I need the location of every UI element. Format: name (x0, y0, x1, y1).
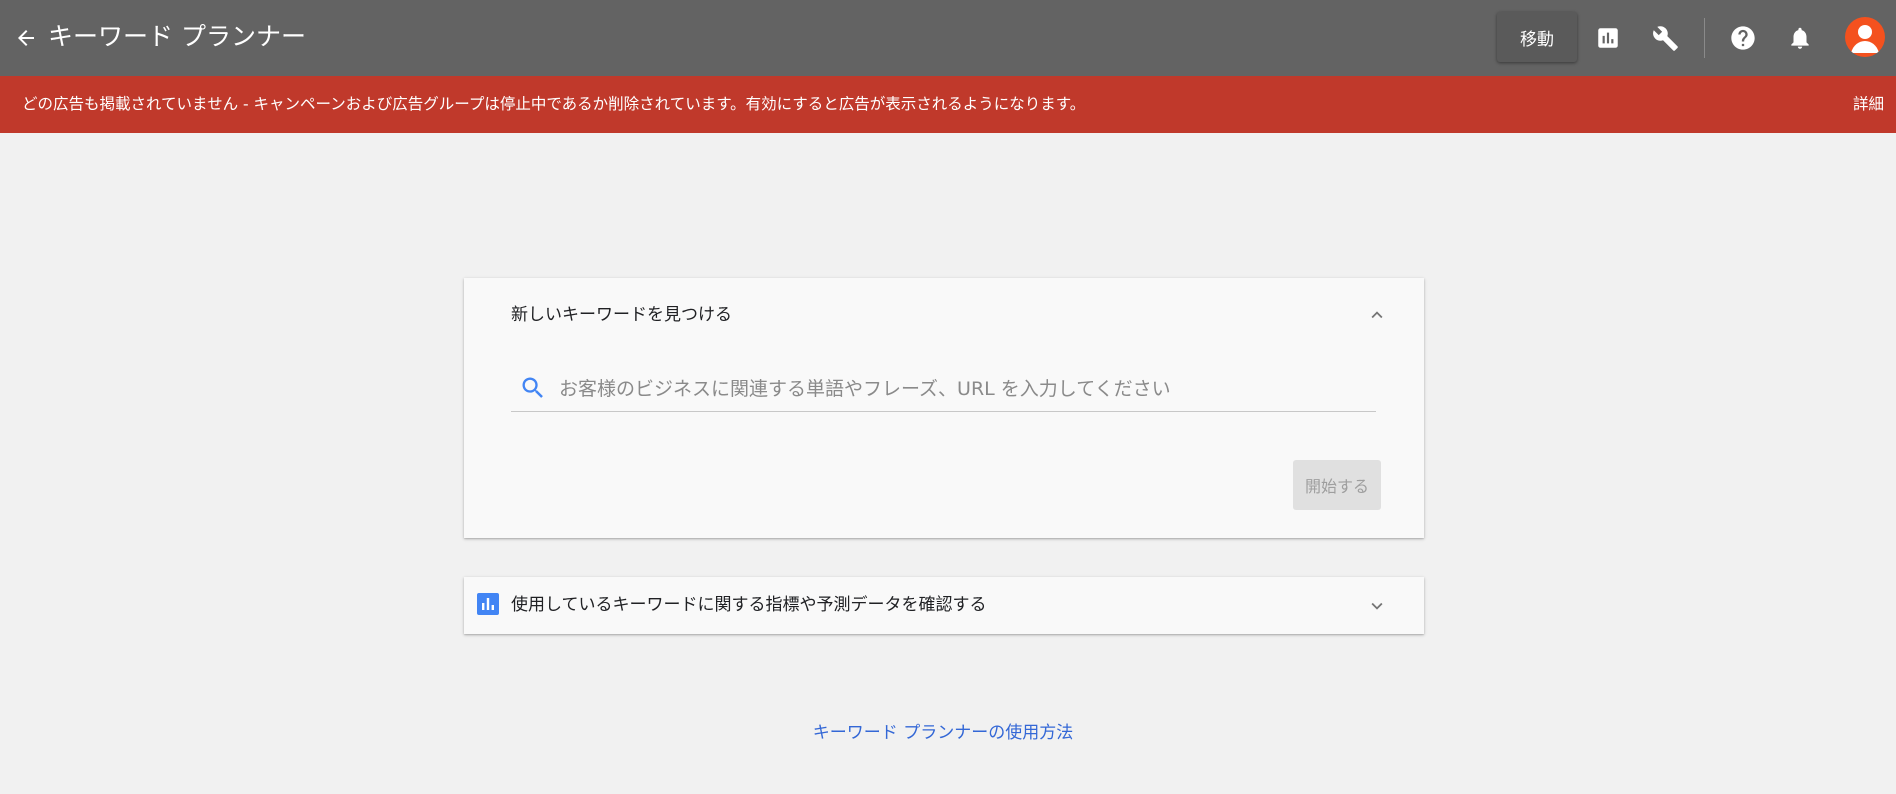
notifications-icon (1791, 27, 1809, 49)
help-link-container: キーワード プランナーの使用方法 (0, 720, 1886, 746)
alert-banner: どの広告も掲載されていません - キャンペーンおよび広告グループは停止中であるか… (0, 76, 1896, 133)
keyword-metrics-card[interactable]: 使用しているキーワードに関する指標や予測データを確認する (464, 577, 1424, 634)
chevron-up-icon (1371, 311, 1383, 319)
discover-keywords-card: 新しいキーワードを見つける 開始する (464, 278, 1424, 538)
start-button[interactable]: 開始する (1293, 460, 1381, 510)
back-arrow-icon (18, 30, 34, 46)
keyword-search-input[interactable] (559, 372, 1369, 406)
expand-button[interactable] (1364, 593, 1390, 619)
reports-button[interactable] (1590, 20, 1626, 56)
back-button[interactable] (10, 22, 42, 54)
chevron-down-icon (1371, 602, 1383, 610)
metrics-chart-icon (477, 593, 499, 615)
how-to-use-link[interactable]: キーワード プランナーの使用方法 (813, 723, 1073, 743)
metrics-card-title: 使用しているキーワードに関する指標や予測データを確認する (511, 595, 987, 615)
account-avatar[interactable] (1845, 17, 1885, 57)
move-button[interactable]: 移動 (1497, 12, 1577, 62)
collapse-button[interactable] (1364, 302, 1390, 328)
reports-icon (1598, 28, 1618, 48)
help-button[interactable] (1725, 20, 1761, 56)
alert-message: どの広告も掲載されていません - キャンペーンおよび広告グループは停止中であるか… (22, 95, 1086, 113)
person-icon (1851, 25, 1879, 53)
tools-icon (1652, 25, 1678, 51)
header-divider (1704, 18, 1705, 58)
top-app-bar: キーワード プランナー 移動 (0, 0, 1896, 76)
search-icon (522, 377, 543, 398)
alert-details-link[interactable]: 詳細 (1853, 93, 1884, 115)
discover-card-title: 新しいキーワードを見つける (511, 305, 732, 325)
notifications-button[interactable] (1782, 20, 1818, 56)
keyword-search-box (511, 366, 1376, 412)
page-title: キーワード プランナー (48, 22, 306, 51)
tools-button[interactable] (1647, 20, 1683, 56)
help-icon (1731, 26, 1755, 50)
